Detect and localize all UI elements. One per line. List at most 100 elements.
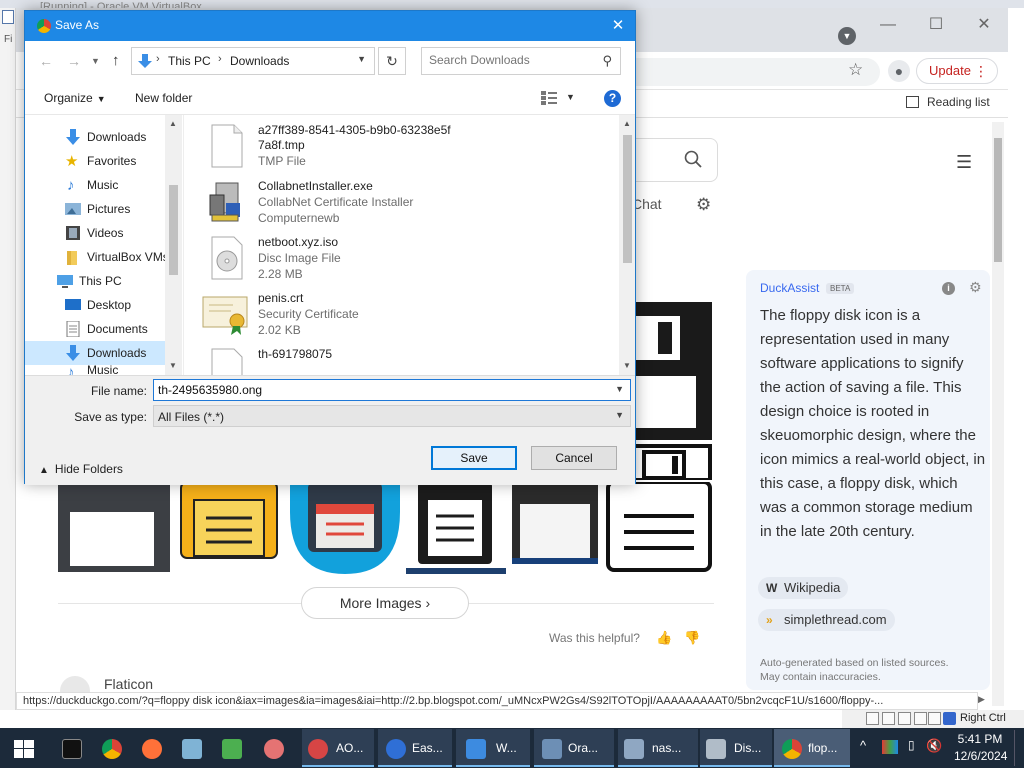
nav-item-documents[interactable]: Documents	[25, 317, 165, 341]
search-input[interactable]	[429, 53, 589, 67]
info-icon[interactable]: i	[942, 282, 955, 295]
file-name-input[interactable]	[158, 383, 598, 397]
floppy-disk-image[interactable]	[290, 482, 400, 574]
taskbar-terminal[interactable]	[52, 729, 92, 767]
view-options-icon[interactable]	[541, 91, 557, 105]
optical-status-icon[interactable]	[882, 712, 895, 725]
show-desktop-button[interactable]	[1014, 730, 1015, 766]
scroll-down-arrow-icon[interactable]: ▼	[623, 361, 631, 370]
nav-item-virtualbox-vms[interactable]: VirtualBox VMs	[25, 245, 165, 269]
nav-item-videos[interactable]: Videos	[25, 221, 165, 245]
taskbar-item-1[interactable]: Eas...	[378, 729, 452, 767]
file-name-field[interactable]: ▼	[153, 379, 631, 401]
chat-tab[interactable]: Chat	[632, 196, 662, 212]
volume-muted-icon[interactable]: 🔇	[926, 738, 942, 754]
up-arrow-icon[interactable]: ↑	[112, 52, 120, 69]
gear-icon[interactable]: ⚙	[969, 279, 982, 296]
hide-folders-button[interactable]: ▲ Hide Folders	[39, 462, 123, 476]
scrollbar-thumb[interactable]	[623, 135, 632, 263]
nav-item-downloads-selected[interactable]: Downloads	[25, 341, 165, 365]
nav-item-downloads[interactable]: Downloads	[25, 125, 165, 149]
taskbar-chrome[interactable]	[92, 729, 132, 767]
taskbar-item-2[interactable]: W...	[456, 729, 530, 767]
floppy-disk-image[interactable]	[606, 482, 712, 574]
refresh-button[interactable]: ↻	[378, 47, 406, 75]
floppy-disk-image[interactable]	[180, 482, 278, 560]
new-folder-button[interactable]: New folder	[135, 91, 192, 105]
search-downloads-box[interactable]: ⚲	[421, 47, 621, 75]
taskbar-app[interactable]	[172, 729, 212, 767]
nav-item-desktop[interactable]: Desktop	[25, 293, 165, 317]
floppy-disk-image[interactable]	[58, 482, 170, 572]
page-scrollbar-thumb[interactable]	[994, 138, 1002, 262]
thumbs-up-icon[interactable]: 👍	[656, 630, 684, 645]
cancel-button[interactable]: Cancel	[531, 446, 617, 470]
floppy-disk-image[interactable]	[512, 482, 598, 564]
save-button[interactable]: Save	[431, 446, 517, 470]
settings-gear-icon[interactable]: ⚙	[696, 195, 711, 215]
thumbs-down-icon[interactable]: 👎	[684, 630, 712, 645]
file-item[interactable]: CollabnetInstaller.exe CollabNet Certifi…	[204, 177, 604, 233]
more-images-button[interactable]: More Images ›	[301, 587, 469, 619]
nav-item-pictures[interactable]: Pictures	[25, 197, 165, 221]
page-scrollbar[interactable]	[992, 122, 1004, 706]
taskbar-firefox[interactable]	[132, 729, 172, 767]
help-icon[interactable]: ?	[604, 90, 621, 107]
taskbar-item-4[interactable]: nas...	[618, 729, 698, 767]
taskbar-item-0[interactable]: AO...	[302, 729, 374, 767]
usb-status-icon[interactable]	[914, 712, 927, 725]
hamburger-menu-icon[interactable]: ☰	[956, 152, 972, 173]
breadcrumb-this-pc[interactable]: This PC	[168, 54, 211, 68]
floppy-disk-image[interactable]	[406, 482, 506, 574]
display-status-icon[interactable]	[928, 712, 941, 725]
chevron-down-icon[interactable]: ▼	[566, 92, 575, 102]
taskbar-paint[interactable]	[252, 729, 300, 767]
recent-locations-icon[interactable]: ▼	[91, 56, 100, 66]
tab-search-icon[interactable]: ▼	[838, 27, 856, 45]
windows-start-icon[interactable]	[14, 740, 34, 758]
taskbar-clock[interactable]: 5:41 PM 12/6/2024	[954, 731, 1007, 765]
color-app-icon[interactable]	[882, 740, 898, 754]
navigation-scrollbar[interactable]: ▲ ▼	[165, 115, 182, 375]
file-item[interactable]: a27ff389-8541-4305-b9b0-63238e5f 7a8f.tmp…	[204, 121, 604, 177]
scroll-down-arrow-icon[interactable]: ▼	[169, 361, 177, 370]
update-button[interactable]: Update ⋮	[916, 58, 998, 84]
address-breadcrumb[interactable]: › This PC › Downloads ▼	[131, 47, 375, 75]
taskbar-item-5[interactable]: Dis...	[700, 729, 772, 767]
scroll-up-arrow-icon[interactable]: ▲	[623, 119, 631, 128]
bookmark-star-icon[interactable]: ☆	[848, 60, 863, 80]
file-list-scrollbar[interactable]: ▲ ▼	[619, 115, 635, 375]
scroll-up-arrow-icon[interactable]: ▲	[169, 119, 177, 128]
nav-item-music[interactable]: ♪ Music	[25, 365, 165, 375]
tray-overflow-icon[interactable]: ^	[860, 738, 866, 753]
scrollbar-thumb[interactable]	[169, 185, 178, 275]
file-item[interactable]: penis.crt Security Certificate 2.02 KB	[202, 289, 604, 345]
source-name[interactable]: Flaticon	[104, 676, 153, 692]
breadcrumb-downloads[interactable]: Downloads	[230, 54, 289, 68]
forward-arrow-icon[interactable]: →	[67, 53, 81, 69]
search-icon[interactable]	[684, 150, 702, 168]
profile-avatar-icon[interactable]: ●	[888, 60, 910, 82]
chevron-down-icon[interactable]: ▼	[357, 54, 366, 64]
usb-tray-icon[interactable]: ▯	[908, 738, 915, 752]
hdd-status-icon[interactable]	[866, 712, 879, 725]
save-as-type-select[interactable]: All Files (*.*) ▼	[153, 405, 631, 427]
back-arrow-icon[interactable]: ←	[39, 53, 53, 69]
source-chip-simplethread[interactable]: » simplethread.com	[758, 609, 895, 631]
taskbar-item-3[interactable]: Ora...	[534, 729, 614, 767]
nav-item-music[interactable]: ♪ Music	[25, 173, 165, 197]
address-bar[interactable]	[620, 58, 880, 86]
organize-button[interactable]: Organize ▼	[44, 91, 106, 105]
minimize-button[interactable]: —	[868, 14, 908, 36]
scroll-right-arrow-icon[interactable]: ▶	[978, 694, 985, 705]
dialog-close-button[interactable]: ✕	[601, 11, 635, 41]
chevron-down-icon[interactable]: ▼	[615, 384, 624, 394]
taskbar-item-6[interactable]: flop...	[774, 729, 850, 767]
file-item[interactable]: netboot.xyz.iso Disc Image File 2.28 MB	[204, 233, 604, 289]
source-chip-wikipedia[interactable]: W Wikipedia	[758, 577, 849, 599]
network-status-icon[interactable]	[898, 712, 911, 725]
nav-item-this-pc[interactable]: This PC	[25, 269, 165, 293]
taskbar-taskmanager[interactable]	[212, 729, 252, 767]
reading-list-button[interactable]: Reading list	[906, 95, 990, 109]
file-item[interactable]: th-691798075	[204, 345, 604, 375]
